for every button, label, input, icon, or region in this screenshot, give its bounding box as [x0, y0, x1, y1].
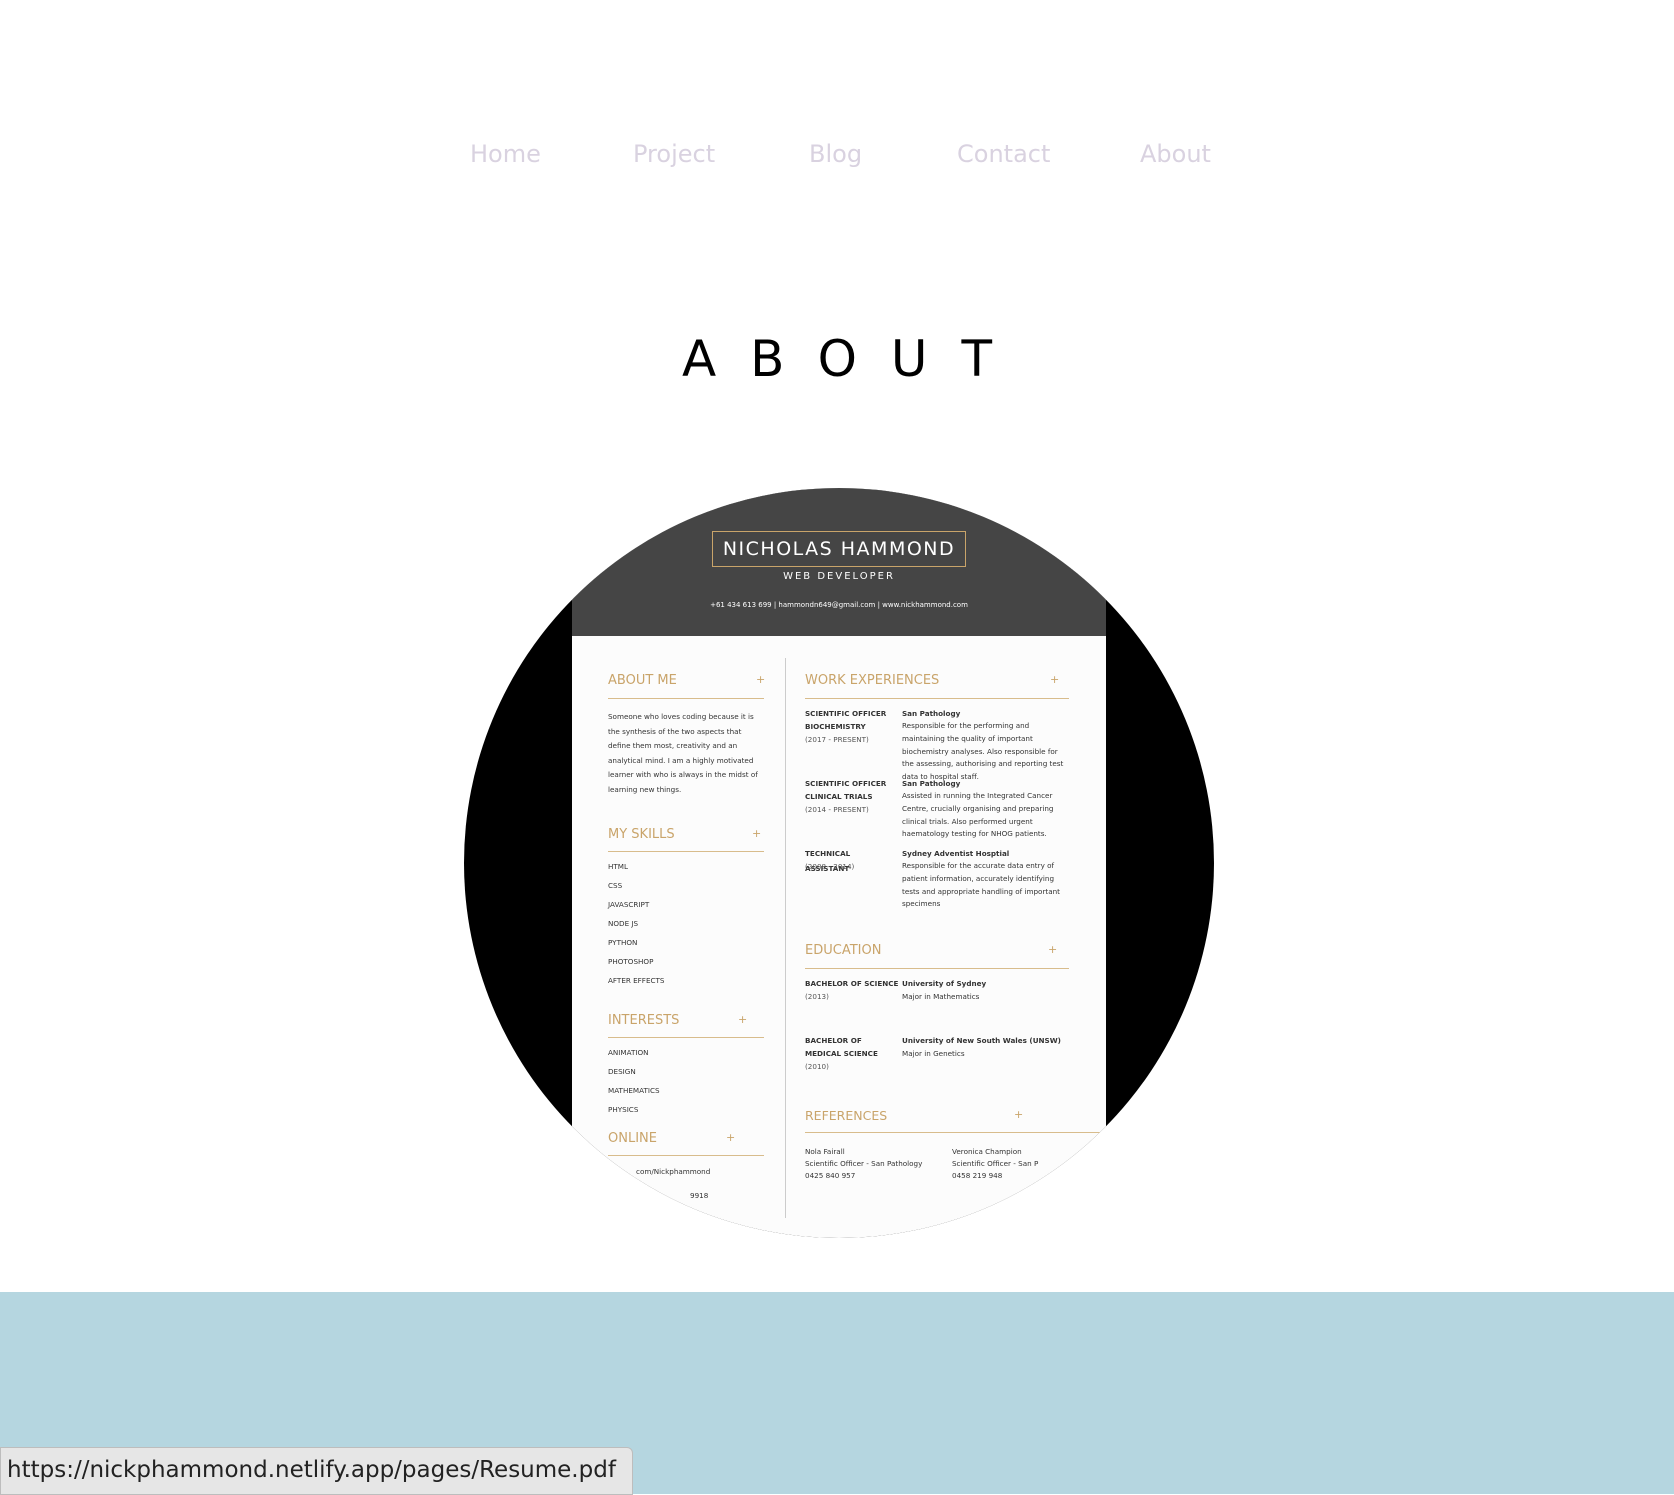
interest-item: MATHEMATICS: [608, 1086, 660, 1095]
skill-item: HTML: [608, 862, 629, 871]
resume-column-divider: [785, 658, 786, 1218]
reference-name: Veronica Champion: [952, 1147, 1022, 1156]
resume-image[interactable]: NICHOLAS HAMMOND WEB DEVELOPER +61 434 6…: [464, 488, 1214, 1238]
skills-heading: MY SKILLS: [608, 827, 675, 842]
education-heading: EDUCATION: [805, 943, 882, 958]
interest-item: DESIGN: [608, 1067, 636, 1076]
education-year: (2010): [805, 1062, 829, 1071]
work-dates: (2017 - PRESENT): [805, 735, 869, 744]
resume-role: WEB DEVELOPER: [783, 571, 895, 582]
work-desc: Responsible for the performing and maint…: [902, 721, 1064, 782]
interests-heading: INTERESTS: [608, 1013, 680, 1028]
reference-position: Scientific Officer - San Pathology: [805, 1159, 923, 1168]
plus-icon: +: [726, 1131, 736, 1144]
section-rule: [608, 1155, 764, 1156]
status-bar-url: https://nickphammond.netlify.app/pages/R…: [0, 1447, 633, 1495]
work-dates: (2014 - PRESENT): [805, 805, 869, 814]
nav-link-about[interactable]: About: [1140, 140, 1211, 168]
section-rule: [805, 698, 1069, 699]
reference-phone: 0458 219 948: [952, 1171, 1003, 1180]
plus-icon: +: [1050, 673, 1060, 686]
plus-icon: +: [1048, 943, 1058, 956]
skill-item: AFTER EFFECTS: [608, 976, 665, 985]
nav-link-project[interactable]: Project: [633, 140, 715, 168]
about-me-heading: ABOUT ME: [608, 673, 677, 688]
skill-item: CSS: [608, 881, 623, 890]
online-heading: ONLINE: [608, 1131, 657, 1146]
plus-icon: +: [756, 673, 766, 686]
work-heading: WORK EXPERIENCES: [805, 673, 940, 688]
section-rule: [608, 698, 764, 699]
main-nav: Home Project Blog Contact About: [0, 140, 1674, 190]
work-desc: Responsible for the accurate data entry …: [902, 861, 1061, 909]
resume-document: NICHOLAS HAMMOND WEB DEVELOPER +61 434 6…: [572, 488, 1106, 1238]
about-me-text: Someone who loves coding because it is t…: [608, 712, 758, 794]
education-year: (2013): [805, 992, 829, 1001]
plus-icon: +: [752, 827, 762, 840]
references-heading: REFERENCES: [805, 1108, 888, 1123]
section-rule: [608, 851, 764, 852]
interest-item: PHYSICS: [608, 1105, 639, 1114]
education-major: Major in Genetics: [902, 1049, 965, 1058]
skill-item: JAVASCRIPT: [608, 900, 650, 909]
skill-item: NODE JS: [608, 919, 639, 928]
resume-contact: +61 434 613 699 | hammondn649@gmail.com …: [710, 601, 968, 609]
reference-phone: 0425 840 957: [805, 1171, 856, 1180]
resume-header: NICHOLAS HAMMOND WEB DEVELOPER +61 434 6…: [572, 488, 1106, 636]
resume-name: NICHOLAS HAMMOND: [712, 531, 966, 567]
reference-position: Scientific Officer - San P: [952, 1159, 1039, 1168]
interest-item: ANIMATION: [608, 1048, 649, 1057]
education-major: Major in Mathematics: [902, 992, 980, 1001]
nav-link-blog[interactable]: Blog: [809, 140, 862, 168]
nav-link-contact[interactable]: Contact: [957, 140, 1050, 168]
online-item: com/Nickphammond: [636, 1167, 711, 1176]
plus-icon: +: [1014, 1108, 1024, 1121]
online-item: 9918: [690, 1191, 709, 1200]
section-rule: [805, 968, 1069, 969]
work-desc: Assisted in running the Integrated Cance…: [902, 791, 1054, 839]
plus-icon: +: [738, 1013, 748, 1026]
reference-name: Nola Fairall: [805, 1147, 845, 1156]
nav-link-home[interactable]: Home: [470, 140, 541, 168]
work-dates: (2008 - 2014): [805, 862, 855, 871]
section-rule: [608, 1037, 764, 1038]
skill-item: PHOTOSHOP: [608, 957, 654, 966]
page-title: ABOUT: [681, 330, 1027, 388]
section-rule: [805, 1132, 1105, 1133]
skill-item: PYTHON: [608, 938, 638, 947]
